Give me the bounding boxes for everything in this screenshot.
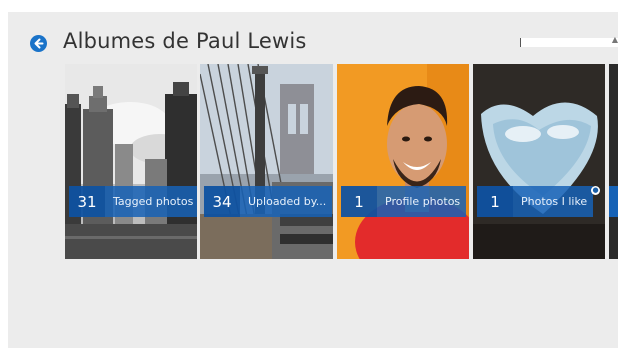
album-overlay: 34 Uploaded by...	[204, 186, 333, 217]
album-overlay: 31 Tagged photos	[69, 186, 197, 217]
photo-heart-cloud	[473, 64, 605, 259]
app-window: Albumes de Paul Lewis ▲ 31 Tagged photos	[8, 12, 618, 348]
album-count: 34	[204, 186, 240, 217]
album-tile-partial[interactable]	[609, 64, 618, 259]
album-count: 1	[341, 186, 377, 217]
album-tile-uploaded-by[interactable]: 34 Uploaded by...	[200, 64, 333, 259]
album-overlay: 1 Photos I like	[477, 186, 594, 217]
info-badge-icon[interactable]: ●	[591, 186, 600, 195]
photo-portrait	[337, 64, 469, 259]
photo-city-buildings	[65, 64, 197, 259]
album-label: Profile photos	[385, 195, 461, 208]
page-title: Albumes de Paul Lewis	[63, 29, 307, 53]
search-icon: ▲	[611, 35, 618, 44]
album-label: Photos I like	[521, 195, 588, 208]
album-label: Tagged photos	[113, 195, 194, 208]
album-count: 31	[69, 186, 105, 217]
album-tile-profile-photos[interactable]: 1 Profile photos	[337, 64, 469, 259]
album-tile-tagged-photos[interactable]: 31 Tagged photos	[65, 64, 197, 259]
album-overlay: 1 Profile photos	[341, 186, 467, 217]
album-label: Uploaded by...	[248, 195, 327, 208]
album-overlay	[609, 186, 618, 217]
back-button[interactable]	[30, 35, 47, 52]
photo-brooklyn-bridge	[200, 64, 333, 259]
album-tile-photos-i-like[interactable]: 1 Photos I like ●	[473, 64, 605, 259]
album-count: 1	[477, 186, 513, 217]
back-arrow-icon	[34, 38, 44, 49]
search-input[interactable]: ▲	[520, 35, 618, 47]
